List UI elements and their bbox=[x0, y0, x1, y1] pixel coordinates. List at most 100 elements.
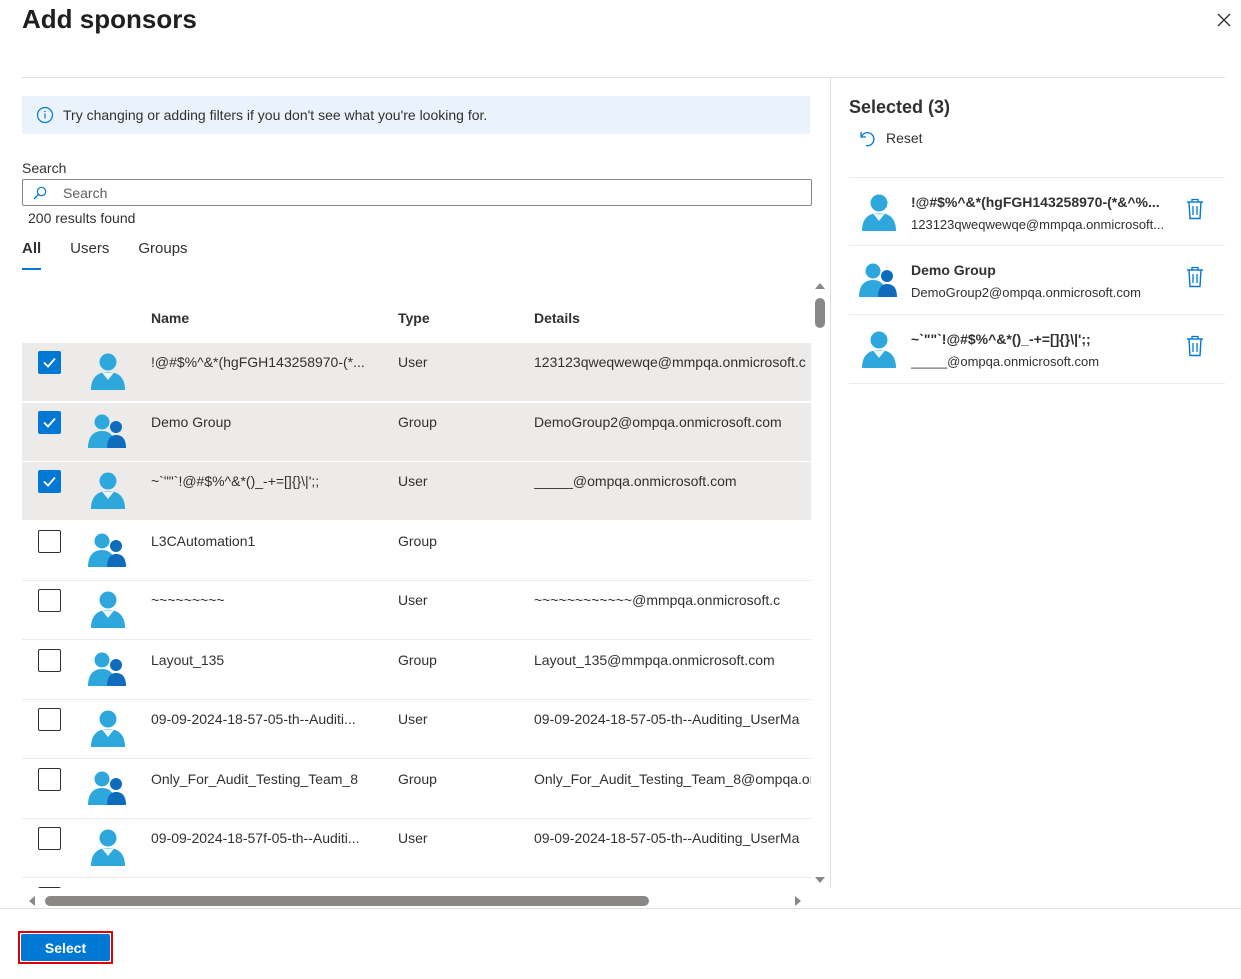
row-type: User bbox=[398, 711, 428, 727]
table-row[interactable]: ~~~~~~~~~ User ~~~~~~~~~~~~@mmpqa.onmicr… bbox=[22, 581, 811, 640]
selected-item: !@#$%^&*(hgFGH143258970-(*&^%... 123123q… bbox=[849, 177, 1225, 246]
user-icon bbox=[862, 194, 896, 231]
row-checkbox[interactable] bbox=[38, 470, 61, 493]
row-checkbox[interactable] bbox=[38, 886, 61, 888]
scroll-up-icon[interactable] bbox=[814, 280, 826, 290]
header-divider bbox=[22, 77, 1225, 78]
tab-all[interactable]: All bbox=[22, 240, 42, 270]
selected-item-email: _____@ompqa.onmicrosoft.com bbox=[911, 354, 1100, 369]
horizontal-scroll-thumb[interactable] bbox=[45, 896, 649, 906]
table-row[interactable]: dyb...distribution_000101 Group dyb...di… bbox=[22, 879, 811, 889]
column-header-name[interactable]: Name bbox=[151, 310, 189, 326]
footer-divider bbox=[0, 908, 1241, 909]
scroll-down-icon[interactable] bbox=[814, 876, 826, 886]
user-icon bbox=[91, 353, 125, 390]
row-details: 09-09-2024-18-57-05-th--Auditing_UserMa bbox=[534, 711, 800, 727]
horizontal-scrollbar[interactable] bbox=[22, 893, 811, 909]
results-count: 200 results found bbox=[28, 210, 136, 226]
row-checkbox[interactable] bbox=[38, 351, 61, 374]
selected-item-name: ~`""`!@#$%^&*()_-+=[]{}\|';; bbox=[911, 331, 1091, 347]
table-row[interactable]: Only_For_Audit_Testing_Team_8 Group Only… bbox=[22, 760, 811, 819]
selected-item: Demo Group DemoGroup2@ompqa.onmicrosoft.… bbox=[849, 246, 1225, 315]
column-header-details[interactable]: Details bbox=[534, 310, 580, 326]
vertical-scrollbar[interactable] bbox=[813, 280, 827, 888]
group-icon bbox=[88, 414, 126, 448]
row-type: User bbox=[398, 473, 428, 489]
row-type: Group bbox=[398, 770, 437, 787]
row-name: ~~~~~~~~~ bbox=[151, 592, 225, 608]
select-button[interactable]: Select bbox=[21, 934, 110, 961]
selected-item: ~`""`!@#$%^&*()_-+=[]{}\|';; _____@ompqa… bbox=[849, 315, 1225, 384]
user-icon bbox=[91, 829, 125, 866]
row-type: User bbox=[398, 592, 428, 608]
reset-label: Reset bbox=[886, 130, 923, 146]
search-label: Search bbox=[22, 160, 67, 176]
row-checkbox[interactable] bbox=[38, 708, 61, 731]
row-type: Group bbox=[398, 651, 437, 668]
tab-groups[interactable]: Groups bbox=[138, 240, 187, 270]
row-checkbox[interactable] bbox=[38, 827, 61, 850]
scroll-left-icon[interactable] bbox=[26, 895, 36, 907]
selected-item-email: 123123qweqwewqe@mmpqa.onmicrosoft... bbox=[911, 217, 1165, 232]
search-box[interactable] bbox=[22, 179, 812, 206]
row-checkbox[interactable] bbox=[38, 767, 61, 791]
tab-users[interactable]: Users bbox=[70, 240, 109, 270]
table-row[interactable]: Demo Group Group DemoGroup2@ompqa.onmicr… bbox=[22, 402, 811, 462]
search-input[interactable] bbox=[63, 184, 811, 201]
selected-list: !@#$%^&*(hgFGH143258970-(*&^%... 123123q… bbox=[849, 177, 1225, 384]
row-name: Only_For_Audit_Testing_Team_8 bbox=[151, 770, 359, 787]
column-header-type[interactable]: Type bbox=[398, 310, 430, 326]
panel-title: Add sponsors bbox=[22, 4, 197, 34]
vertical-scroll-thumb[interactable] bbox=[815, 298, 825, 328]
table-row[interactable]: L3CAutomation1 Group bbox=[22, 522, 811, 581]
info-icon bbox=[36, 106, 54, 124]
table-row[interactable]: Layout_135 Group Layout_135@mmpqa.onmicr… bbox=[22, 641, 811, 700]
group-icon bbox=[88, 886, 128, 889]
group-icon bbox=[88, 652, 126, 686]
search-icon bbox=[33, 186, 47, 199]
group-icon bbox=[859, 263, 897, 297]
delete-icon[interactable] bbox=[1186, 266, 1204, 288]
user-icon bbox=[862, 331, 896, 368]
checkmark-icon bbox=[43, 417, 56, 428]
user-icon bbox=[91, 710, 125, 747]
group-icon bbox=[88, 533, 126, 567]
selected-item-email: DemoGroup2@ompqa.onmicrosoft.com bbox=[911, 285, 1141, 300]
selected-item-name: !@#$%^&*(hgFGH143258970-(*&^%... bbox=[911, 194, 1160, 210]
reset-button[interactable]: Reset bbox=[858, 128, 923, 148]
table-row[interactable]: !@#$%^&*(hgFGH143258970-(*... User 12312… bbox=[22, 343, 811, 402]
row-type: Group bbox=[398, 413, 437, 430]
table-row[interactable]: 09-09-2024-18-57-05-th--Auditi... User 0… bbox=[22, 700, 811, 759]
grid-header: Name Type Details bbox=[22, 308, 811, 338]
user-icon bbox=[91, 591, 125, 628]
row-name: !@#$%^&*(hgFGH143258970-(*... bbox=[151, 354, 365, 370]
row-type: User bbox=[398, 830, 428, 846]
filter-tabs: All Users Groups bbox=[22, 240, 217, 270]
row-name: ~`""`!@#$%^&*()_-+=[]{}\|';; bbox=[151, 473, 320, 489]
row-name: 09-09-2024-18-57f-05-th--Auditi... bbox=[151, 830, 360, 846]
row-checkbox[interactable] bbox=[38, 410, 61, 434]
undo-icon bbox=[860, 132, 875, 147]
row-name: L3CAutomation1 bbox=[151, 532, 256, 549]
table-row[interactable]: ~`""`!@#$%^&*()_-+=[]{}\|';; User _____@… bbox=[22, 462, 811, 521]
row-checkbox[interactable] bbox=[38, 529, 61, 553]
selected-title: Selected (3) bbox=[849, 97, 951, 117]
selected-item-name: Demo Group bbox=[911, 262, 996, 278]
row-details: Layout_135@mmpqa.onmicrosoft.com bbox=[534, 651, 775, 668]
scroll-right-icon[interactable] bbox=[794, 895, 804, 907]
row-type: User bbox=[398, 354, 428, 370]
close-icon[interactable] bbox=[1214, 10, 1234, 30]
row-name: Layout_135 bbox=[151, 651, 225, 668]
row-details: _____@ompqa.onmicrosoft.com bbox=[534, 473, 737, 489]
table-row[interactable]: 09-09-2024-18-57f-05-th--Auditi... User … bbox=[22, 819, 811, 878]
delete-icon[interactable] bbox=[1186, 335, 1204, 357]
user-icon bbox=[91, 472, 125, 509]
row-type: Group bbox=[398, 532, 437, 549]
group-icon bbox=[88, 771, 126, 805]
row-name: 09-09-2024-18-57-05-th--Auditi... bbox=[151, 711, 356, 727]
checkmark-icon bbox=[43, 357, 56, 368]
delete-icon[interactable] bbox=[1186, 198, 1204, 220]
row-details: DemoGroup2@ompqa.onmicrosoft.com bbox=[534, 413, 782, 430]
row-checkbox[interactable] bbox=[38, 648, 61, 672]
row-checkbox[interactable] bbox=[38, 589, 61, 612]
